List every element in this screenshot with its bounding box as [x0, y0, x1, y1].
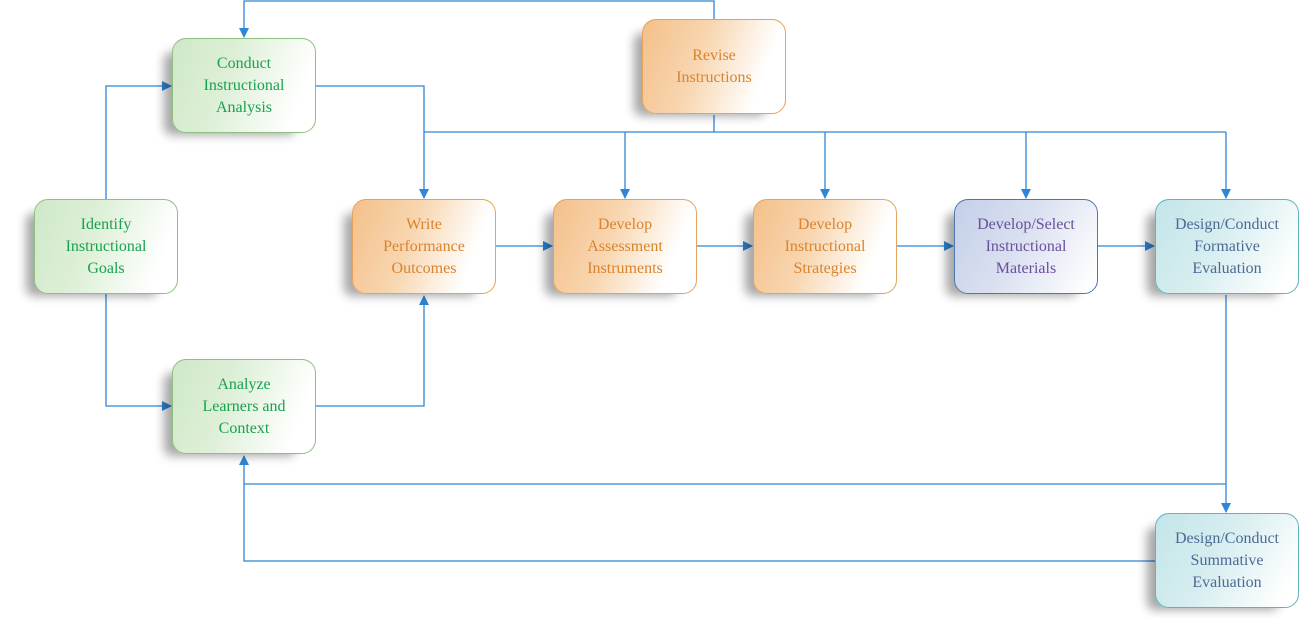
- node-label-line: Materials: [995, 259, 1057, 277]
- node-label-line: Analyze: [217, 375, 271, 393]
- edge-identify-conduct: [105, 81, 172, 199]
- node-label-line: Outcomes: [391, 259, 457, 277]
- node-identify-instructional-goals[interactable]: Identify Instructional Goals: [34, 199, 178, 294]
- edge-identify-analyze: [105, 294, 172, 411]
- node-label-line: Instructional: [985, 237, 1067, 255]
- node-label-line: Develop: [597, 215, 653, 233]
- node-write-performance-outcomes[interactable]: Write Performance Outcomes: [352, 199, 496, 294]
- node-label-line: Revise: [692, 46, 736, 64]
- diagram-canvas: Identify Instructional Goals Conduct Instru…: [0, 0, 1308, 618]
- node-label-line: Goals: [87, 259, 125, 277]
- node-formative-evaluation[interactable]: Design/Conduct Formative Evaluation: [1155, 199, 1299, 294]
- node-label-line: Performance: [383, 237, 465, 255]
- node-develop-assessment-instruments[interactable]: Develop Assessment Instruments: [553, 199, 697, 294]
- node-label-line: Summative: [1190, 551, 1264, 569]
- edge-analyze-write: [316, 295, 429, 407]
- node-label-line: Formative: [1194, 237, 1260, 255]
- node-label-line: Design/Conduct: [1175, 215, 1279, 233]
- node-label-line: Write: [406, 215, 442, 233]
- node-label-line: Instructional: [203, 76, 285, 94]
- node-label-line: Design/Conduct: [1175, 529, 1279, 547]
- node-analyze-learners-context[interactable]: Analyze Learners and Context: [172, 359, 316, 454]
- node-label-line: Develop: [797, 215, 853, 233]
- node-conduct-instructional-analysis[interactable]: Conduct Instructional Analysis: [172, 38, 316, 133]
- node-label-line: Strategies: [793, 259, 857, 277]
- node-label-line: Assessment: [587, 237, 663, 255]
- node-label-line: Instructions: [676, 68, 752, 86]
- edge-summative-analyze: [239, 455, 1155, 562]
- node-label-line: Conduct: [216, 54, 272, 72]
- node-label-line: Evaluation: [1192, 259, 1262, 277]
- node-develop-select-instructional-materials[interactable]: Develop/Select Instructional Materials: [954, 199, 1098, 294]
- node-label-line: Instructional: [65, 237, 147, 255]
- edge-conduct-write: [316, 85, 429, 199]
- node-label-line: Develop/Select: [977, 215, 1075, 233]
- node-revise-instructions[interactable]: Revise Instructions: [642, 19, 786, 114]
- node-develop-instructional-strategies[interactable]: Develop Instructional Strategies: [753, 199, 897, 294]
- node-label-line: Identify: [80, 215, 132, 233]
- node-label-line: Learners and: [202, 397, 286, 415]
- node-label-line: Context: [218, 419, 270, 437]
- node-label-line: Evaluation: [1192, 573, 1262, 591]
- node-label-line: Analysis: [216, 98, 272, 116]
- node-label-line: Instructional: [784, 237, 866, 255]
- node-summative-evaluation[interactable]: Design/Conduct Summative Evaluation: [1155, 513, 1299, 608]
- node-label-line: Instruments: [587, 259, 663, 277]
